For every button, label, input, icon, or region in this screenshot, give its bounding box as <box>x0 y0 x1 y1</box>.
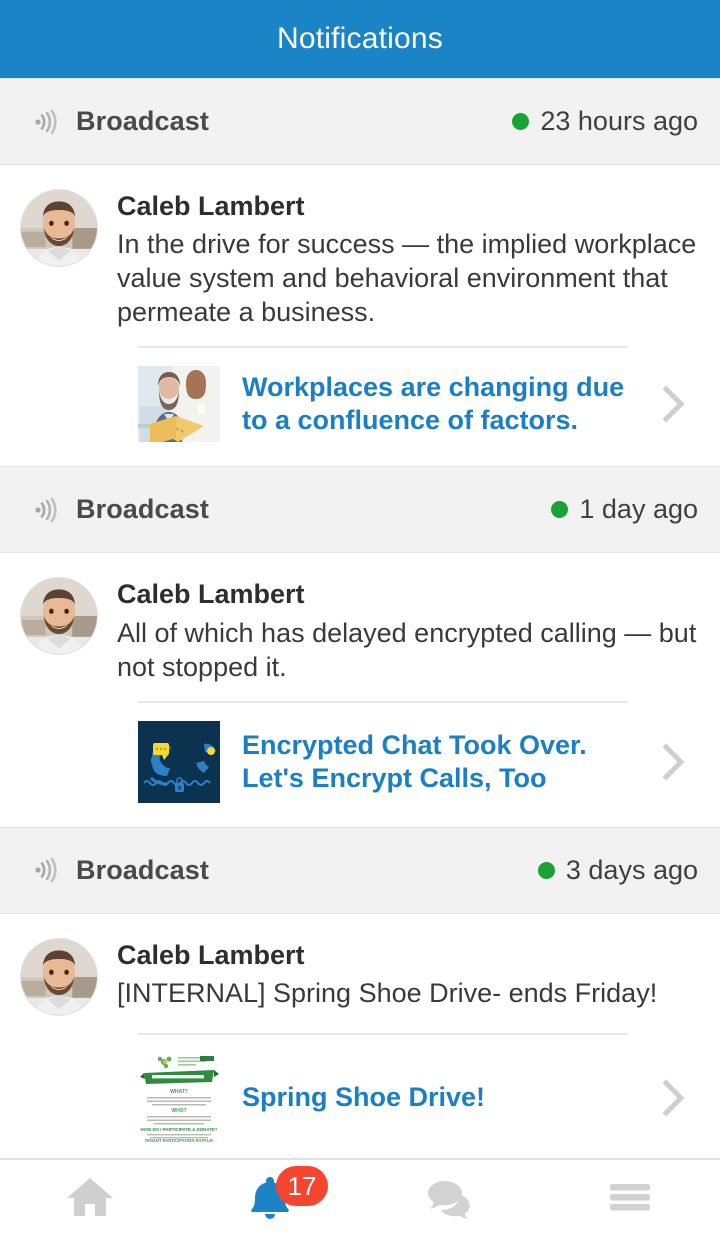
app-header: Notifications <box>0 0 720 78</box>
broadcast-bar-left: Broadcast <box>32 494 209 525</box>
nav-item-messages[interactable] <box>360 1160 540 1234</box>
broadcast-bar-left: Broadcast <box>32 106 209 137</box>
avatar[interactable] <box>20 577 98 656</box>
timestamp: 23 hours ago <box>540 106 698 136</box>
encrypted-phone-illustration-thumbnail <box>138 720 220 803</box>
author-name: Caleb Lambert <box>117 191 305 221</box>
svg-text:WHO?: WHO? <box>171 1108 186 1114</box>
broadcast-label: Broadcast <box>76 106 209 136</box>
notification-badge: 17 <box>276 1166 328 1206</box>
attachment-title[interactable]: Workplaces are changing due to a conflue… <box>242 371 628 437</box>
attachment-title[interactable]: Encrypted Chat Took Over. Let's Encrypt … <box>242 729 628 795</box>
notification-body: Caleb Lambert All of which has delayed e… <box>117 577 698 683</box>
notification-card[interactable]: Caleb Lambert In the drive for success —… <box>0 165 720 467</box>
notification-card[interactable]: Caleb Lambert [INTERNAL] Spring Shoe Dri… <box>0 913 720 1158</box>
notification-body: Caleb Lambert [INTERNAL] Spring Shoe Dri… <box>117 938 698 1010</box>
chevron-right-icon[interactable] <box>656 739 690 785</box>
chat-bubbles-icon <box>424 1171 476 1223</box>
attachment-row[interactable]: Workplaces are changing due to a conflue… <box>20 348 698 444</box>
broadcast-bar-left: Broadcast <box>32 855 209 886</box>
page-title: Notifications <box>276 22 443 55</box>
broadcast-label: Broadcast <box>76 854 209 885</box>
office-women-photo-thumbnail <box>138 366 220 443</box>
chevron-right-icon[interactable] <box>656 381 690 427</box>
broadcast-icon <box>32 855 62 885</box>
unread-status-dot <box>537 861 555 879</box>
notifications-screen: Notifications Broadcast 23 hours ago Cal… <box>0 0 720 1234</box>
attachment-row[interactable]: WHAT? WHO? HOW DO I PARTICIPATE & DONATE… <box>20 1035 698 1145</box>
notification-message: [INTERNAL] Spring Shoe Drive- ends Frida… <box>117 977 658 1008</box>
attachment-row[interactable]: Encrypted Chat Took Over. Let's Encrypt … <box>20 703 698 805</box>
notification-header: Caleb Lambert All of which has delayed e… <box>20 577 698 683</box>
attachment-title[interactable]: Spring Shoe Drive! <box>242 1081 628 1114</box>
unread-status-dot <box>551 501 569 519</box>
notification-message: All of which has delayed encrypted calli… <box>117 617 697 682</box>
author-name: Caleb Lambert <box>117 939 305 970</box>
broadcast-icon <box>32 495 62 525</box>
avatar[interactable] <box>20 937 98 1016</box>
svg-text:WHAT?: WHAT? <box>170 1089 188 1095</box>
broadcast-bar-right: 1 day ago <box>551 494 698 525</box>
home-icon <box>64 1171 116 1223</box>
hamburger-menu-icon <box>604 1171 656 1223</box>
chevron-right-icon[interactable] <box>656 1075 690 1121</box>
nav-item-menu[interactable] <box>540 1160 720 1234</box>
notifications-feed[interactable]: Broadcast 23 hours ago Caleb Lambert In … <box>0 78 720 1158</box>
broadcast-bar: Broadcast 23 hours ago <box>0 78 720 165</box>
broadcast-bar-right: 3 days ago <box>537 854 698 886</box>
svg-text:TENANT PARTICIPATION RAFFLE!: TENANT PARTICIPATION RAFFLE! <box>145 1138 214 1143</box>
notification-card[interactable]: Caleb Lambert All of which has delayed e… <box>0 553 720 827</box>
notification-header: Caleb Lambert [INTERNAL] Spring Shoe Dri… <box>20 937 698 1016</box>
notification-body: Caleb Lambert In the drive for success —… <box>117 189 698 329</box>
author-name: Caleb Lambert <box>117 579 305 610</box>
nav-item-home[interactable] <box>0 1160 180 1234</box>
unread-status-dot <box>512 113 530 130</box>
svg-text:HOW DO I PARTICIPATE & DONATE?: HOW DO I PARTICIPATE & DONATE? <box>141 1127 218 1132</box>
notification-message: In the drive for success — the implied w… <box>117 229 697 328</box>
broadcast-label: Broadcast <box>76 494 209 525</box>
timestamp: 1 day ago <box>579 494 698 525</box>
broadcast-bar: Broadcast 3 days ago <box>0 826 720 914</box>
timestamp: 3 days ago <box>565 854 698 885</box>
shoe-drive-flyer-thumbnail: WHAT? WHO? HOW DO I PARTICIPATE & DONATE… <box>138 1052 220 1143</box>
broadcast-bar-right: 23 hours ago <box>512 106 698 137</box>
broadcast-icon <box>32 107 62 137</box>
bottom-navigation-bar: 17 <box>0 1158 720 1234</box>
nav-item-notifications[interactable]: 17 <box>180 1160 360 1234</box>
notification-header: Caleb Lambert In the drive for success —… <box>20 189 698 329</box>
avatar[interactable] <box>20 189 98 267</box>
broadcast-bar: Broadcast 1 day ago <box>0 466 720 554</box>
